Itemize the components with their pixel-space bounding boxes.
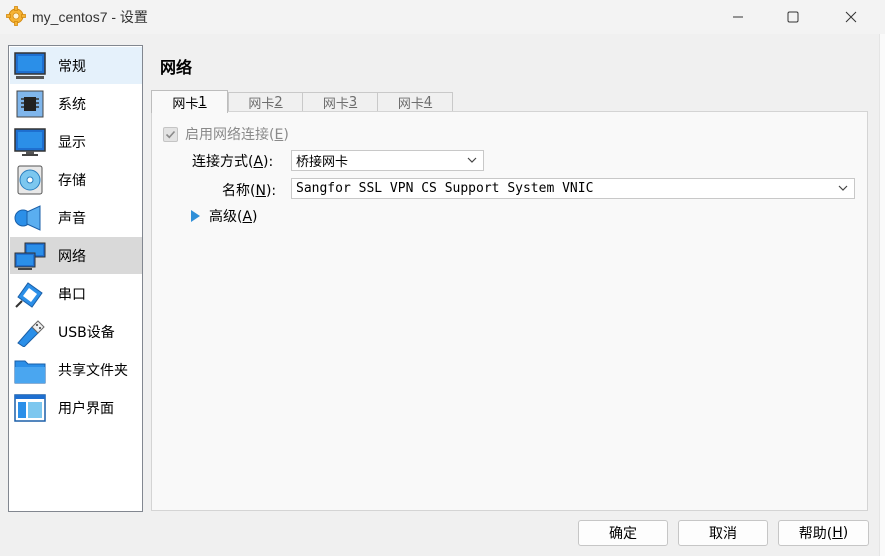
attached-to-select[interactable]: 桥接网卡: [291, 150, 484, 171]
window-title: my_centos7 - 设置: [32, 9, 148, 25]
tab-accel: 3: [348, 95, 358, 110]
sidebar-item-audio[interactable]: 声音: [10, 199, 142, 236]
virtualbox-settings-icon: [6, 6, 26, 26]
adapter-name-value: Sangfor SSL VPN CS Support System VNIC: [296, 181, 594, 196]
tab-label: 网卡: [322, 97, 349, 112]
title-bar: my_centos7 - 设置: [0, 0, 885, 34]
general-monitor-icon: [12, 49, 48, 83]
tab-adapter-2[interactable]: 网卡 2: [228, 92, 303, 112]
sidebar-item-shared-folders[interactable]: 共享文件夹: [10, 351, 142, 388]
tab-accel: 1: [198, 94, 207, 110]
attached-to-value: 桥接网卡: [296, 155, 349, 170]
tab-label: 网卡: [172, 96, 199, 112]
user-interface-icon: [12, 391, 48, 425]
page-title: 网络: [160, 58, 193, 77]
storage-disc-icon: [12, 163, 48, 197]
sidebar-item-label: 显示: [58, 134, 86, 151]
sidebar-item-label: USB设备: [58, 324, 115, 341]
serial-port-icon: [12, 277, 48, 311]
tab-adapter-1[interactable]: 网卡 1: [151, 90, 228, 113]
maximize-button[interactable]: [768, 0, 818, 34]
sidebar-item-usb[interactable]: USB设备: [10, 313, 142, 350]
sidebar-item-label: 声音: [58, 210, 86, 227]
shared-folder-icon: [12, 353, 48, 387]
sidebar-item-label: 串口: [58, 286, 86, 303]
advanced-expander[interactable]: 高级(A): [191, 206, 258, 226]
usb-icon: [12, 315, 48, 349]
adapter-panel: [151, 111, 868, 511]
tab-accel: 4: [423, 95, 433, 110]
sidebar-item-label: 系统: [58, 96, 86, 113]
help-button[interactable]: 帮助(H): [778, 520, 869, 546]
display-monitor-icon: [12, 125, 48, 159]
sidebar-item-label: 网络: [58, 248, 86, 265]
sidebar-item-user-interface[interactable]: 用户界面: [10, 389, 142, 426]
tab-label: 网卡: [397, 97, 424, 112]
tab-label: 网卡: [248, 97, 275, 112]
checkbox-box[interactable]: [163, 126, 178, 142]
network-icon: [12, 239, 48, 273]
close-icon: [845, 11, 857, 23]
checkmark-icon: [165, 130, 176, 138]
sidebar-item-network[interactable]: 网络: [10, 237, 142, 274]
close-button[interactable]: [826, 0, 876, 34]
adapter-name-select[interactable]: Sangfor SSL VPN CS Support System VNIC: [291, 178, 855, 199]
tab-adapter-3[interactable]: 网卡 3: [302, 92, 378, 112]
sidebar-item-label: 用户界面: [58, 400, 114, 417]
audio-speaker-icon: [12, 201, 48, 235]
enable-network-checkbox[interactable]: 启用网络连接(E): [163, 124, 289, 144]
sidebar-item-label: 共享文件夹: [58, 362, 128, 379]
sidebar-item-serial[interactable]: 串口: [10, 275, 142, 312]
minimize-icon: [733, 16, 743, 18]
sidebar-item-storage[interactable]: 存储: [10, 161, 142, 198]
sidebar-item-system[interactable]: 系统: [10, 85, 142, 122]
sidebar-item-label: 常规: [58, 58, 86, 75]
enable-network-label: 启用网络连接(E): [185, 127, 289, 143]
background-window-edge: [879, 34, 885, 556]
chevron-down-icon: [838, 185, 848, 191]
minimize-button[interactable]: [713, 0, 763, 34]
tab-accel: 2: [274, 95, 283, 110]
ok-button[interactable]: 确定: [578, 520, 668, 546]
attached-to-label: 连接方式(A):: [192, 154, 274, 170]
tab-adapter-4[interactable]: 网卡 4: [377, 92, 453, 112]
name-label: 名称(N):: [222, 183, 277, 199]
sidebar-item-display[interactable]: 显示: [10, 123, 142, 160]
settings-sidebar: 常规 系统 显示 存储 声音 网络 串口 USB设备 共享文件夹 用户界面: [8, 45, 143, 512]
maximize-icon: [787, 11, 799, 23]
expand-triangle-icon[interactable]: [191, 210, 200, 222]
advanced-label: 高级(A): [209, 209, 258, 225]
sidebar-item-general[interactable]: 常规: [10, 47, 142, 84]
cancel-button[interactable]: 取消: [678, 520, 768, 546]
chevron-down-icon: [467, 157, 477, 163]
sidebar-item-label: 存储: [58, 172, 86, 189]
system-chip-icon: [12, 87, 48, 121]
